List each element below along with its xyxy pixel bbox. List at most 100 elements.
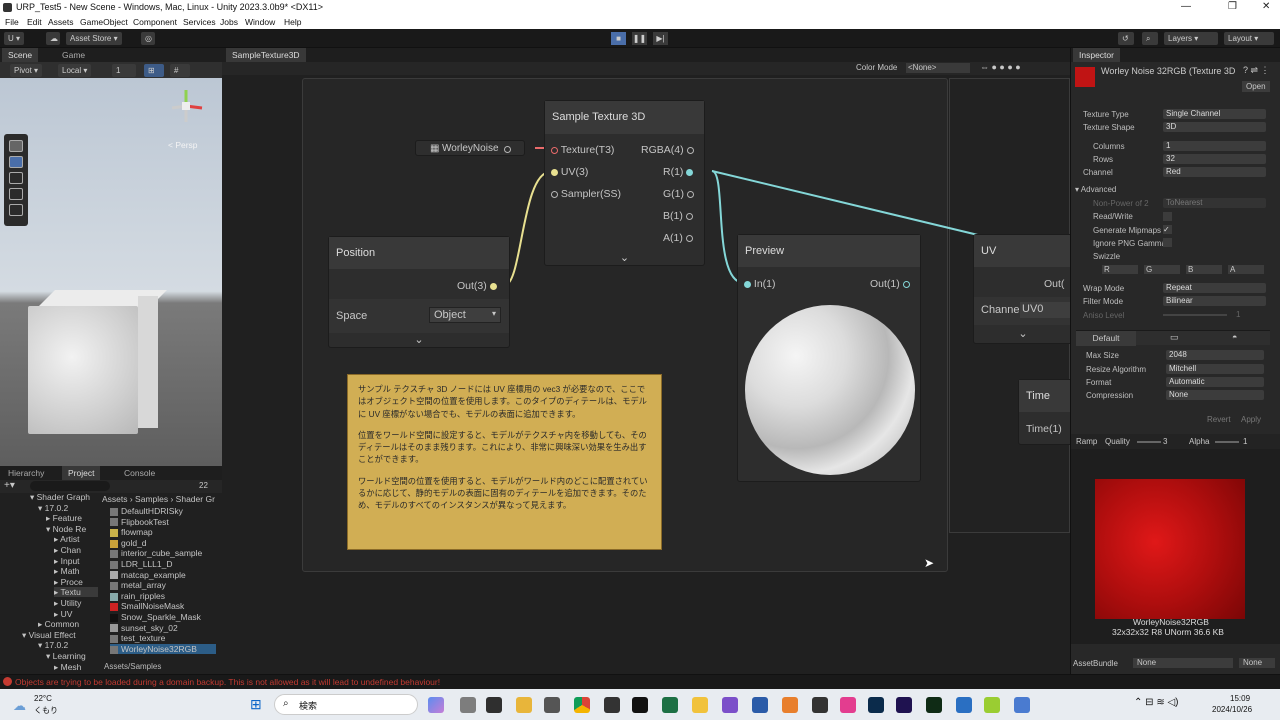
scene-gizmo[interactable]: [168, 88, 204, 124]
menu-edit[interactable]: Edit: [27, 17, 42, 27]
alpha-slider[interactable]: [1215, 441, 1239, 443]
file-item[interactable]: rain_ripples: [110, 591, 165, 601]
format-dropdown[interactable]: Automatic: [1166, 377, 1264, 387]
tree-item[interactable]: ▸ Mesh: [54, 662, 81, 672]
time-node[interactable]: Time Time(1): [1018, 379, 1078, 445]
quality-slider[interactable]: [1137, 441, 1161, 443]
asset-preview-area[interactable]: WorleyNoise32RGB 32x32x32 R8 UNorm 36.6 …: [1071, 449, 1280, 644]
texture-type-dropdown[interactable]: Single Channel: [1163, 109, 1266, 119]
project-search-input[interactable]: [30, 481, 110, 491]
read-write-checkbox[interactable]: [1163, 212, 1172, 221]
cloud-icon[interactable]: ☁: [46, 32, 60, 45]
file-item[interactable]: SmallNoiseMask: [110, 601, 184, 611]
monitor-icon[interactable]: ▭: [1170, 332, 1179, 343]
rect-tool-icon[interactable]: [9, 204, 23, 216]
rows-field[interactable]: 32: [1163, 154, 1266, 164]
g-output-port[interactable]: G(1): [663, 188, 694, 200]
tree-item[interactable]: ▸ Input: [54, 556, 80, 566]
uv-output-port[interactable]: Out(: [1044, 278, 1064, 290]
grid-icon[interactable]: #: [170, 64, 190, 77]
file-item-selected[interactable]: WorleyNoise32RGB: [110, 643, 216, 654]
tab-project[interactable]: Project: [62, 466, 101, 480]
advanced-foldout[interactable]: ▾ Advanced: [1075, 185, 1116, 194]
time-output-port[interactable]: Time(1): [1026, 423, 1062, 435]
task-view-icon[interactable]: [460, 697, 476, 713]
file-item[interactable]: gold_d: [110, 538, 147, 548]
expand-chevron-icon[interactable]: ⌄: [974, 327, 1072, 340]
scale-tool-icon[interactable]: [9, 188, 23, 200]
platform-tab-default[interactable]: Default: [1076, 331, 1136, 346]
swizzle-a[interactable]: A: [1228, 265, 1264, 274]
excel-icon[interactable]: [662, 697, 678, 713]
play-button[interactable]: ■: [611, 32, 626, 45]
step-button[interactable]: ▶|: [653, 32, 668, 45]
sample-texture-3d-node[interactable]: Sample Texture 3D Texture(T3) UV(3) Samp…: [544, 100, 705, 266]
tree-item[interactable]: ▾ Visual Effect: [22, 630, 76, 640]
app-icon[interactable]: [604, 697, 620, 713]
local-dropdown[interactable]: Local ▾: [58, 64, 92, 77]
app-icon[interactable]: [956, 697, 972, 713]
persp-label[interactable]: < Persp: [168, 140, 198, 150]
account-button[interactable]: U ▾: [4, 32, 25, 45]
android-icon[interactable]: ◓: [1232, 332, 1237, 342]
menu-component[interactable]: Component: [133, 17, 177, 27]
tree-item[interactable]: ▸ Common: [38, 619, 79, 629]
columns-field[interactable]: 1: [1163, 141, 1266, 151]
resize-algorithm-dropdown[interactable]: Mitchell: [1166, 364, 1264, 374]
menu-jobs[interactable]: Jobs: [220, 17, 238, 27]
file-item[interactable]: DefaultHDRISky: [110, 506, 183, 516]
r-output-port[interactable]: R(1): [663, 166, 694, 178]
file-item[interactable]: metal_array: [110, 580, 166, 590]
preview-sphere[interactable]: [745, 305, 915, 475]
filter-mode-dropdown[interactable]: Bilinear: [1163, 296, 1266, 306]
app-icon[interactable]: [752, 697, 768, 713]
swizzle-g[interactable]: G: [1144, 265, 1180, 274]
tree-item[interactable]: ▾ 17.0.2: [38, 640, 68, 650]
property-output-port[interactable]: [504, 143, 511, 155]
assetbundle-dropdown[interactable]: None: [1133, 658, 1233, 668]
file-item[interactable]: Snow_Sparkle_Mask: [110, 612, 201, 622]
preview-output-port[interactable]: Out(1): [870, 278, 910, 290]
app-icon[interactable]: [812, 697, 828, 713]
move-tool-icon[interactable]: [9, 156, 23, 168]
inspector-header-icons[interactable]: ? ⇌ ⋮: [1243, 65, 1270, 76]
tree-item[interactable]: ▸ Utility: [54, 598, 81, 608]
grid-size-field[interactable]: 1: [112, 64, 136, 77]
weather-icon[interactable]: ☁: [13, 698, 26, 714]
app-icon[interactable]: [1014, 697, 1030, 713]
file-explorer-icon[interactable]: [516, 697, 532, 713]
visual-studio-icon[interactable]: [722, 697, 738, 713]
designer-icon[interactable]: [926, 697, 942, 713]
preview-node[interactable]: Preview In(1) Out(1): [737, 234, 921, 482]
blender-icon[interactable]: [782, 697, 798, 713]
aniso-slider[interactable]: [1163, 314, 1227, 316]
unity-icon[interactable]: [632, 697, 648, 713]
tree-item[interactable]: ▸ Artist: [54, 534, 80, 544]
swizzle-b[interactable]: B: [1186, 265, 1222, 274]
windows-start-icon[interactable]: ⊞: [250, 696, 266, 712]
compression-dropdown[interactable]: None: [1166, 390, 1264, 400]
open-button[interactable]: Open: [1242, 81, 1270, 92]
tree-item[interactable]: ▾ Node Re: [46, 524, 86, 534]
clock-date[interactable]: 2024/10/26: [1212, 705, 1252, 714]
generate-mipmaps-checkbox[interactable]: ✓: [1163, 225, 1172, 234]
tab-console[interactable]: Console: [118, 466, 161, 480]
tab-hierarchy[interactable]: Hierarchy: [2, 466, 50, 480]
expand-chevron-icon[interactable]: ⌄: [329, 333, 509, 346]
close-button[interactable]: ✕: [1262, 1, 1270, 12]
worleynoise-property-node[interactable]: ▦ WorleyNoise: [415, 140, 525, 156]
menu-window[interactable]: Window: [245, 17, 275, 27]
space-dropdown[interactable]: Object ▾: [429, 307, 501, 323]
revert-button[interactable]: Revert: [1207, 415, 1231, 424]
layout-dropdown[interactable]: Layout ▾: [1224, 32, 1274, 45]
tab-scene[interactable]: Scene: [2, 48, 39, 62]
app-icon[interactable]: [840, 697, 856, 713]
quality-value[interactable]: 3: [1163, 437, 1167, 446]
aniso-value[interactable]: 1: [1236, 310, 1240, 319]
file-item[interactable]: LDR_LLL1_D: [110, 559, 173, 569]
expand-chevron-icon[interactable]: ⌄: [545, 251, 704, 264]
tree-item[interactable]: ▾ Shader Graph: [30, 492, 90, 502]
tree-item[interactable]: ▸ Chan: [54, 545, 81, 555]
sticky-note[interactable]: サンプル テクスチャ 3D ノードには UV 座標用の vec3 が必要なので、…: [347, 374, 662, 550]
file-item[interactable]: test_texture: [110, 633, 165, 643]
